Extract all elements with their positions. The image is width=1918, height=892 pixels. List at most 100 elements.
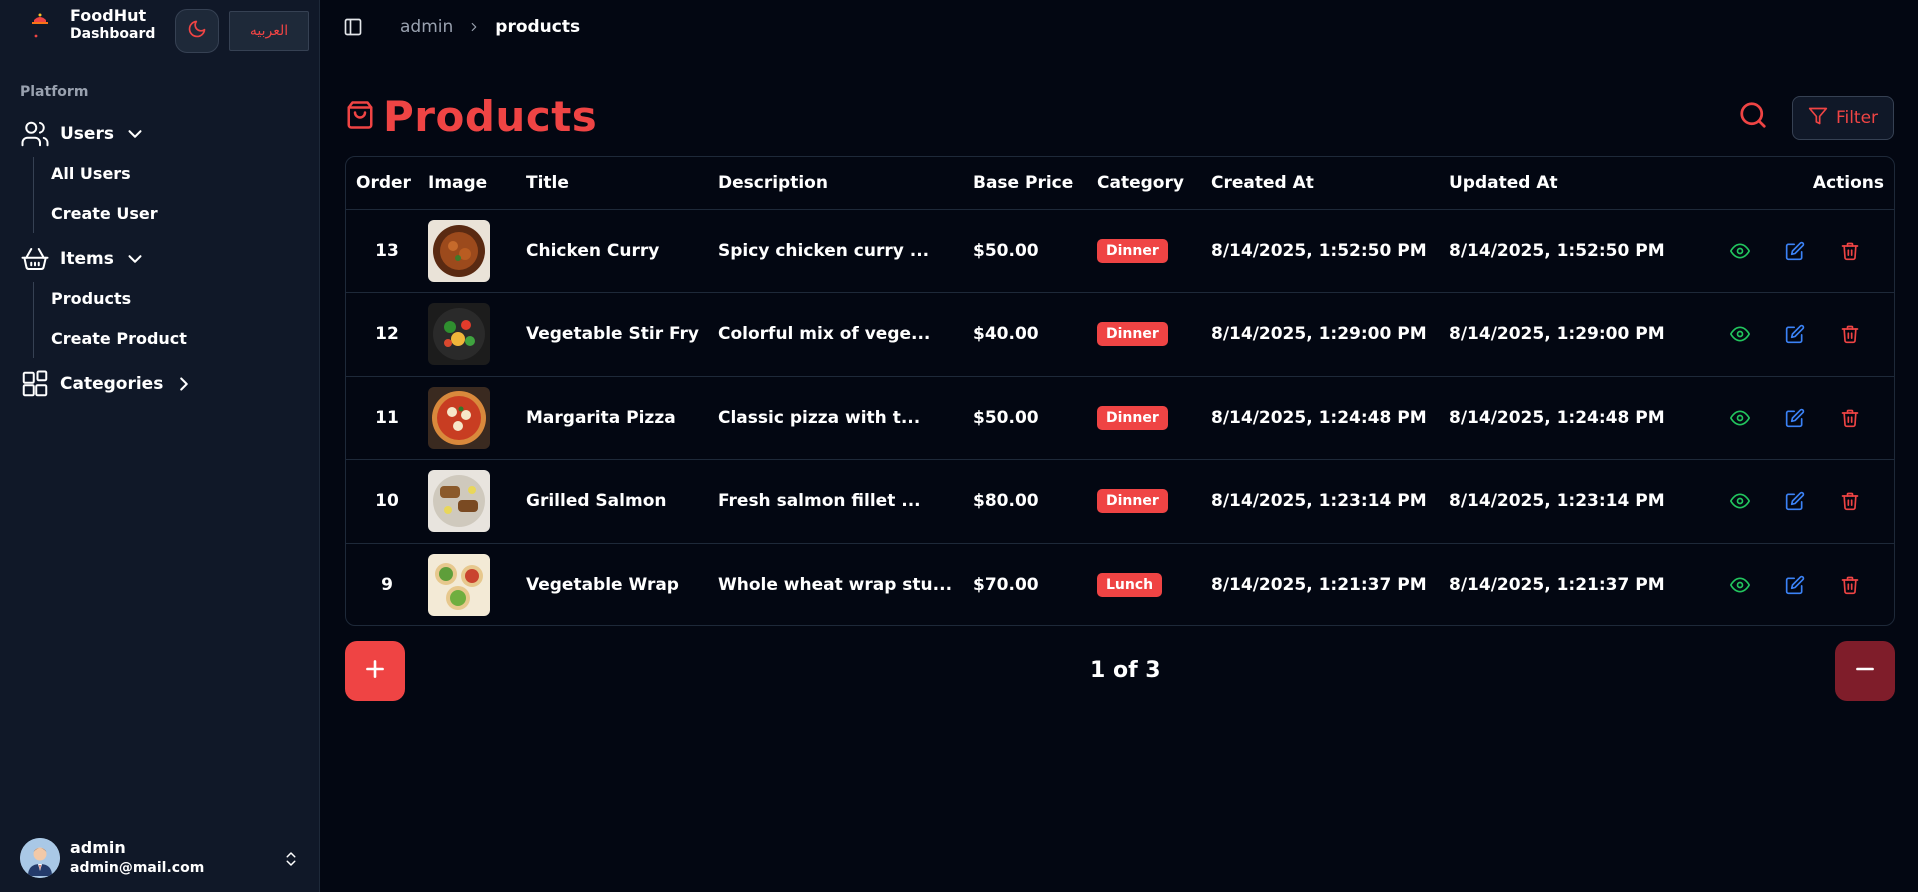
- brand-name: FoodHut: [70, 6, 147, 25]
- eye-icon[interactable]: [1728, 573, 1752, 597]
- sidebar-group-items[interactable]: Items: [20, 242, 146, 276]
- cell-actions: [1686, 376, 1894, 460]
- column-header-description[interactable]: Description: [718, 157, 973, 210]
- column-header-order[interactable]: Order: [346, 157, 428, 210]
- column-header-image[interactable]: Image: [428, 157, 526, 210]
- cell-image: [428, 543, 526, 625]
- grid-icon: [20, 369, 50, 399]
- cell-order: 9: [381, 575, 393, 595]
- eye-icon[interactable]: [1728, 322, 1752, 346]
- previous-page-button[interactable]: [1835, 641, 1895, 701]
- foodhut-logo-icon: [26, 6, 60, 40]
- cell-updated-at: 8/14/2025, 1:21:37 PM: [1449, 575, 1665, 595]
- sidebar-subtree-line: [33, 282, 34, 358]
- cell-created-at: 8/14/2025, 1:24:48 PM: [1211, 376, 1449, 460]
- search-icon[interactable]: [1738, 100, 1768, 134]
- cell-order: 12: [346, 292, 428, 377]
- column-header-created-at[interactable]: Created At: [1211, 157, 1449, 210]
- language-button[interactable]: العربيه: [229, 11, 309, 51]
- trash-icon[interactable]: [1838, 489, 1862, 513]
- table-row: 9 Vegetable Wrap Whole wheat wrap stu... $7…: [346, 543, 1894, 625]
- cell-title: Vegetable Wrap: [526, 575, 679, 595]
- table-row: 13 Chicken Curry Spicy chicken curry ... $5…: [346, 209, 1894, 293]
- cell-description: Whole wheat wrap stu...: [718, 575, 953, 595]
- cell-base-price: $40.00: [973, 292, 1097, 377]
- eye-icon[interactable]: [1728, 406, 1752, 430]
- column-header-actions: Actions: [1686, 157, 1894, 210]
- sidebar-item-all-users[interactable]: All Users: [51, 164, 131, 183]
- sidebar-group-categories[interactable]: Categories: [20, 367, 195, 401]
- sidebar-toggle-icon[interactable]: [343, 17, 363, 41]
- edit-icon[interactable]: [1783, 239, 1807, 263]
- cell-image: [428, 376, 526, 460]
- grilled-salmon-photo: [428, 470, 490, 533]
- sidebar-group-users[interactable]: Users: [20, 117, 146, 151]
- vegetable-wrap-photo: [428, 554, 490, 616]
- sidebar-item-products[interactable]: Products: [51, 289, 131, 308]
- theme-toggle-button[interactable]: [175, 9, 219, 53]
- cell-created-at: 8/14/2025, 1:29:00 PM: [1211, 292, 1449, 377]
- cell-updated-at: 8/14/2025, 1:52:50 PM: [1449, 209, 1686, 293]
- cell-actions: [1686, 459, 1894, 544]
- cell-created-at: 8/14/2025, 1:21:37 PM: [1211, 575, 1427, 595]
- column-header-category[interactable]: Category: [1097, 157, 1211, 210]
- trash-icon[interactable]: [1838, 573, 1862, 597]
- column-header-base-price[interactable]: Base Price: [973, 157, 1097, 210]
- moon-icon: [187, 19, 207, 43]
- trash-icon[interactable]: [1838, 322, 1862, 346]
- cell-actions: [1686, 209, 1894, 293]
- cell-description: Spicy chicken curry ...: [718, 209, 973, 293]
- cell-category: Dinner: [1097, 376, 1211, 460]
- brand-subtitle: Dashboard: [70, 26, 156, 42]
- chicken-curry-photo: [428, 219, 490, 282]
- cell-description: Fresh salmon fillet ...: [718, 459, 973, 544]
- edit-icon[interactable]: [1783, 573, 1807, 597]
- cell-image: [428, 292, 526, 377]
- filter-button[interactable]: Filter: [1792, 96, 1894, 140]
- pagination-label: 1 of 3: [1090, 658, 1161, 683]
- sidebar-section-label: Platform: [20, 84, 89, 100]
- edit-icon[interactable]: [1783, 489, 1807, 513]
- cell-updated-at: 8/14/2025, 1:24:48 PM: [1449, 376, 1686, 460]
- cell-created-at: 8/14/2025, 1:52:50 PM: [1211, 209, 1449, 293]
- page-header: Products: [345, 92, 597, 141]
- user-menu[interactable]: admin admin@mail.com: [20, 838, 300, 878]
- breadcrumb-item-admin[interactable]: admin: [400, 17, 453, 37]
- shopping-bag-icon: [345, 100, 375, 134]
- filter-label: Filter: [1835, 108, 1879, 128]
- sidebar-subtree-line: [33, 157, 34, 233]
- column-header-title[interactable]: Title: [526, 157, 718, 210]
- category-badge: Dinner: [1097, 405, 1168, 430]
- cell-order: 13: [346, 209, 428, 293]
- cell-actions: [1686, 292, 1894, 377]
- avatar: [20, 838, 60, 878]
- edit-icon[interactable]: [1783, 322, 1807, 346]
- table-row: 11 Margarita Pizza Classic pizza with t...…: [346, 376, 1894, 460]
- eye-icon[interactable]: [1728, 239, 1752, 263]
- filter-icon: [1808, 106, 1828, 131]
- chevrons-up-down-icon[interactable]: [282, 850, 300, 872]
- column-header-updated-at[interactable]: Updated At: [1449, 157, 1686, 210]
- cell-base-price: $70.00: [973, 575, 1039, 595]
- category-badge: Lunch: [1097, 573, 1163, 597]
- cell-base-price: $50.00: [973, 209, 1097, 293]
- edit-icon[interactable]: [1783, 406, 1807, 430]
- cell-updated-at: 8/14/2025, 1:23:14 PM: [1449, 459, 1686, 544]
- user-name: admin: [70, 838, 126, 857]
- users-icon: [20, 119, 50, 149]
- eye-icon[interactable]: [1728, 489, 1752, 513]
- cell-order: 11: [346, 376, 428, 460]
- trash-icon[interactable]: [1838, 239, 1862, 263]
- trash-icon[interactable]: [1838, 406, 1862, 430]
- brand[interactable]: FoodHut Dashboard: [26, 6, 155, 44]
- breadcrumb-item-products: products: [495, 17, 581, 37]
- table-row: 10 Grilled Salmon Fresh salmon fillet ... $…: [346, 459, 1894, 544]
- cell-title: Vegetable Stir Fry: [526, 292, 718, 377]
- sidebar-item-create-user[interactable]: Create User: [51, 204, 158, 223]
- chevron-right-icon: [467, 20, 481, 34]
- add-product-button[interactable]: [345, 641, 405, 701]
- cell-category: Dinner: [1097, 292, 1211, 377]
- table-row: 12 Vegetable Stir Fry Colorful mix of vege…: [346, 292, 1894, 377]
- sidebar-item-create-product[interactable]: Create Product: [51, 329, 187, 348]
- cell-image: [428, 459, 526, 544]
